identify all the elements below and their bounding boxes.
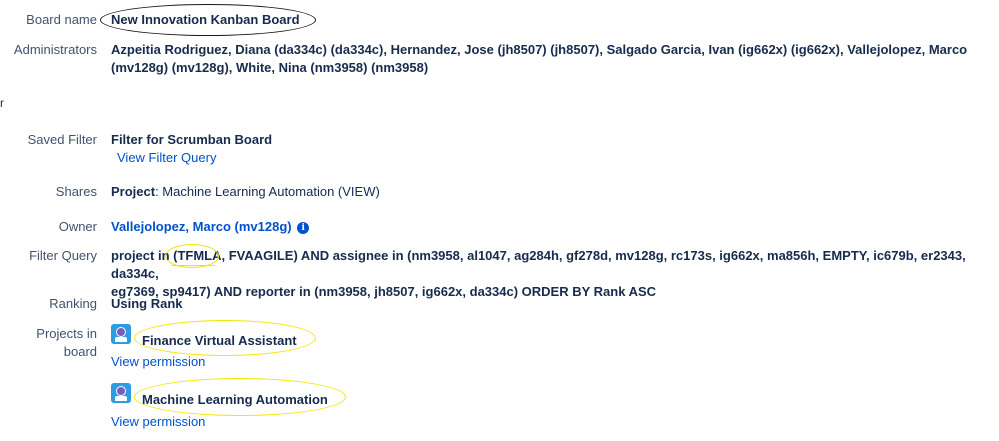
administrators-label: Administrators: [13, 42, 97, 57]
shares-text: : Machine Learning Automation (VIEW): [155, 184, 380, 199]
stray-character: r: [0, 96, 4, 110]
shares-value: Project: Machine Learning Automation (VI…: [111, 183, 991, 201]
administrators-line-1: Azpeitia Rodriguez, Diana (da334c) (da33…: [111, 42, 968, 57]
projects-label: Projects in board: [36, 326, 97, 359]
board-name-label: Board name: [26, 12, 97, 27]
filter-query-value: project in (TFMLA, FVAAGILE) AND assigne…: [111, 247, 991, 301]
board-name-annotation: [100, 4, 316, 36]
project-finance-annotation: [134, 320, 316, 356]
owner-label: Owner: [58, 219, 97, 234]
administrators-line-2: (mv128g) (mv128g), White, Nina (nm3958) …: [111, 60, 429, 75]
shares-prefix: Project: [111, 184, 156, 199]
owner-link[interactable]: Vallejolopez, Marco (mv128g): [111, 219, 292, 234]
project-avatar-icon: [111, 383, 131, 403]
filter-query-label: Filter Query: [29, 248, 97, 263]
filter-query-line-1: project in (TFMLA, FVAAGILE) AND assigne…: [111, 248, 966, 281]
ranking-label: Ranking: [49, 296, 97, 311]
view-filter-query-link[interactable]: View Filter Query: [117, 149, 216, 167]
project-mla-annotation: [134, 378, 346, 416]
shares-label: Shares: [55, 184, 97, 199]
view-permission-link-finance[interactable]: View permission: [111, 353, 205, 371]
saved-filter-value: Filter for Scrumban Board: [111, 132, 273, 147]
info-icon[interactable]: i: [297, 222, 310, 234]
owner-value: Vallejolopez, Marco (mv128g) i: [111, 218, 991, 236]
saved-filter-label: Saved Filter: [27, 132, 97, 147]
project-avatar-icon: [111, 324, 131, 344]
administrators-value: Azpeitia Rodriguez, Diana (da334c) (da33…: [111, 41, 991, 77]
tfmla-underline-annotation: [171, 265, 215, 266]
view-permission-link-mla[interactable]: View permission: [111, 413, 205, 431]
ranking-value: Using Rank: [111, 296, 183, 311]
